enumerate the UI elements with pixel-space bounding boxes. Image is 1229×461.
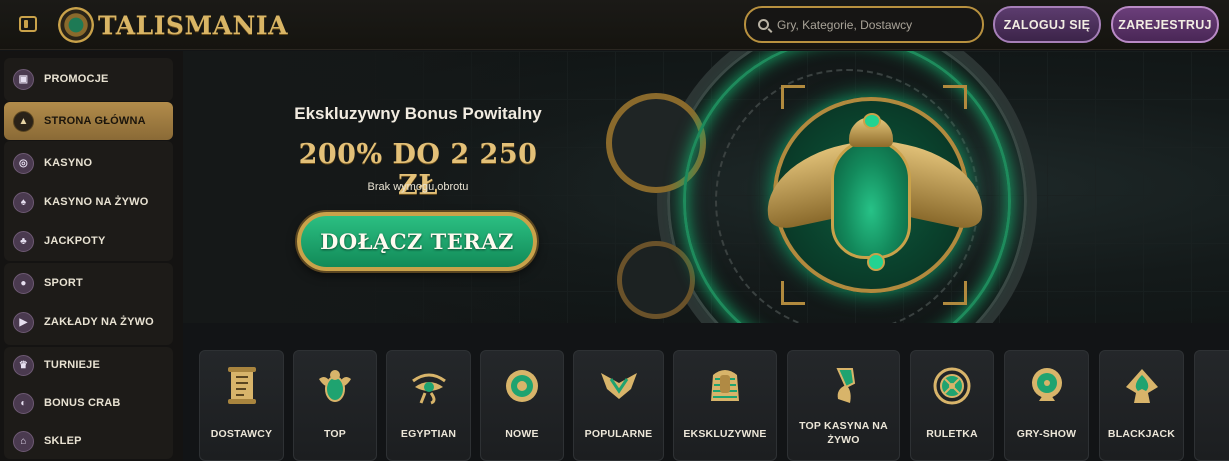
sidebar-toggle-icon[interactable]	[19, 16, 37, 32]
category-tile-top-kasyna-na-zywo[interactable]: TOP KASYNA NA ŻYWO	[787, 350, 900, 461]
sidebar-item-label: SPORT	[44, 277, 83, 289]
category-label: TOP KASYNA NA ŻYWO	[799, 420, 888, 446]
category-label: EKSKLUZYWNE	[683, 428, 767, 440]
promo-note: Brak wymogu obrotu	[367, 181, 469, 193]
spade-icon: ♠	[13, 191, 34, 213]
category-tile-ruletka[interactable]: RULETKA	[910, 350, 994, 461]
category-label: BLACKJACK	[1107, 428, 1176, 440]
shop-icon: ⌂	[13, 430, 34, 452]
crab-icon: ◐	[13, 392, 34, 414]
category-label: RULETKA	[926, 428, 978, 440]
promo-subtitle: Ekskluzywny Bonus Powitalny	[294, 104, 542, 123]
play-icon: ▶	[13, 311, 34, 333]
pharaoh-mask-icon	[711, 370, 739, 401]
category-tile-egyptian[interactable]: EGYPTIAN	[386, 350, 471, 461]
frame-corner-icon	[781, 281, 805, 305]
scarab-icon	[831, 139, 911, 259]
category-tile-blackjack[interactable]: BLACKJACK	[1099, 350, 1184, 461]
category-tile-ekskluzywne[interactable]: EKSKLUZYWNE	[673, 350, 777, 461]
category-label: POPULARNE	[584, 428, 653, 440]
winged-crest-icon	[600, 373, 637, 399]
sidebar-item-turnieje[interactable]: ♛ TURNIEJE	[4, 346, 173, 384]
sidebar-item-kasyno-na-zywo[interactable]: ♠ KASYNO NA ŻYWO	[4, 183, 173, 221]
sidebar-item-bonus-crab[interactable]: ◐ BONUS CRAB	[4, 384, 173, 422]
sidebar-item-jackpoty[interactable]: ♣ JACKPOTY	[4, 222, 173, 260]
sidebar-item-strona-glowna[interactable]: ▲ STRONA GŁÓWNA	[4, 102, 173, 140]
clover-icon: ♣	[13, 230, 34, 252]
logo[interactable]: TALISMANIA	[58, 7, 288, 43]
sidebar-item-label: JACKPOTY	[44, 235, 106, 247]
sidebar-item-zaklady-na-zywo[interactable]: ▶ ZAKŁADY NA ŻYWO	[4, 303, 173, 341]
casino-chip-icon: ◎	[13, 152, 34, 174]
sidebar-item-label: KASYNO	[44, 157, 93, 169]
sun-disc-icon	[506, 370, 538, 402]
sidebar: ▣ PROMOCJE ▲ STRONA GŁÓWNA ◎ KASYNO ♠ KA…	[0, 51, 183, 461]
sidebar-item-label: BONUS CRAB	[44, 397, 121, 409]
emerald-gem-icon	[867, 253, 885, 271]
category-tile-partial[interactable]	[1194, 350, 1229, 461]
category-tile-popularne[interactable]: POPULARNE	[573, 350, 664, 461]
category-label: GRY-SHOW	[1016, 428, 1077, 440]
eye-of-horus-icon	[411, 373, 446, 405]
scarab-logo-icon	[58, 7, 94, 43]
sidebar-item-promocje[interactable]: ▣ PROMOCJE	[4, 60, 173, 98]
category-tile-dostawcy[interactable]: DOSTAWCY	[199, 350, 284, 461]
sidebar-item-sport[interactable]: ● SPORT	[4, 264, 173, 302]
logo-text: TALISMANIA	[98, 10, 288, 40]
search-input[interactable]	[777, 17, 967, 32]
category-tile-gry-show[interactable]: GRY-SHOW	[1004, 350, 1089, 461]
sidebar-item-label: SKLEP	[44, 435, 82, 447]
category-tile-nowe[interactable]: NOWE	[480, 350, 564, 461]
gift-icon: ▣	[13, 68, 34, 90]
home-icon: ▲	[13, 110, 34, 132]
trophy-icon: ♛	[13, 354, 34, 376]
frame-corner-icon	[943, 281, 967, 305]
sidebar-item-label: KASYNO NA ŻYWO	[44, 196, 149, 208]
sidebar-item-label: TURNIEJE	[44, 359, 100, 371]
search-bar[interactable]	[744, 6, 984, 43]
frame-corner-icon	[943, 85, 967, 109]
wheel-icon	[1031, 368, 1062, 401]
soccer-ball-icon: ●	[13, 272, 34, 294]
login-button[interactable]: ZALOGUJ SIĘ	[993, 6, 1101, 43]
gear-ornament-small-icon	[617, 241, 695, 319]
category-label: TOP	[324, 428, 346, 440]
join-now-button[interactable]: DOŁĄCZ TERAZ	[297, 212, 537, 271]
frame-corner-icon	[781, 85, 805, 109]
scroll-icon	[227, 367, 256, 404]
nefertiti-icon	[835, 368, 855, 403]
category-label: EGYPTIAN	[400, 428, 457, 440]
sidebar-item-label: ZAKŁADY NA ŻYWO	[44, 316, 154, 328]
roulette-icon	[933, 367, 971, 405]
register-button[interactable]: ZAREJESTRUJ	[1111, 6, 1219, 43]
category-label: NOWE	[505, 428, 539, 440]
category-tile-top[interactable]: TOP	[293, 350, 377, 461]
sidebar-item-sklep[interactable]: ⌂ SKLEP	[4, 422, 173, 460]
spade-card-icon	[1125, 369, 1158, 403]
top-bar: TALISMANIA ZALOGUJ SIĘ ZAREJESTRUJ	[0, 0, 1229, 50]
category-label: DOSTAWCY	[210, 428, 273, 440]
scarab-icon	[319, 370, 351, 402]
emerald-gem-icon	[863, 113, 881, 129]
sidebar-item-kasyno[interactable]: ◎ KASYNO	[4, 144, 173, 182]
sidebar-item-label: PROMOCJE	[44, 73, 109, 85]
promo-banner[interactable]: Ekskluzywny Bonus Powitalny 200% DO 2 25…	[183, 51, 1229, 323]
search-icon	[758, 19, 769, 30]
sidebar-item-label: STRONA GŁÓWNA	[44, 115, 146, 127]
category-strip: DOSTAWCY TOP EGYPTIAN NOWE POPULARNE EKS…	[199, 350, 1229, 461]
